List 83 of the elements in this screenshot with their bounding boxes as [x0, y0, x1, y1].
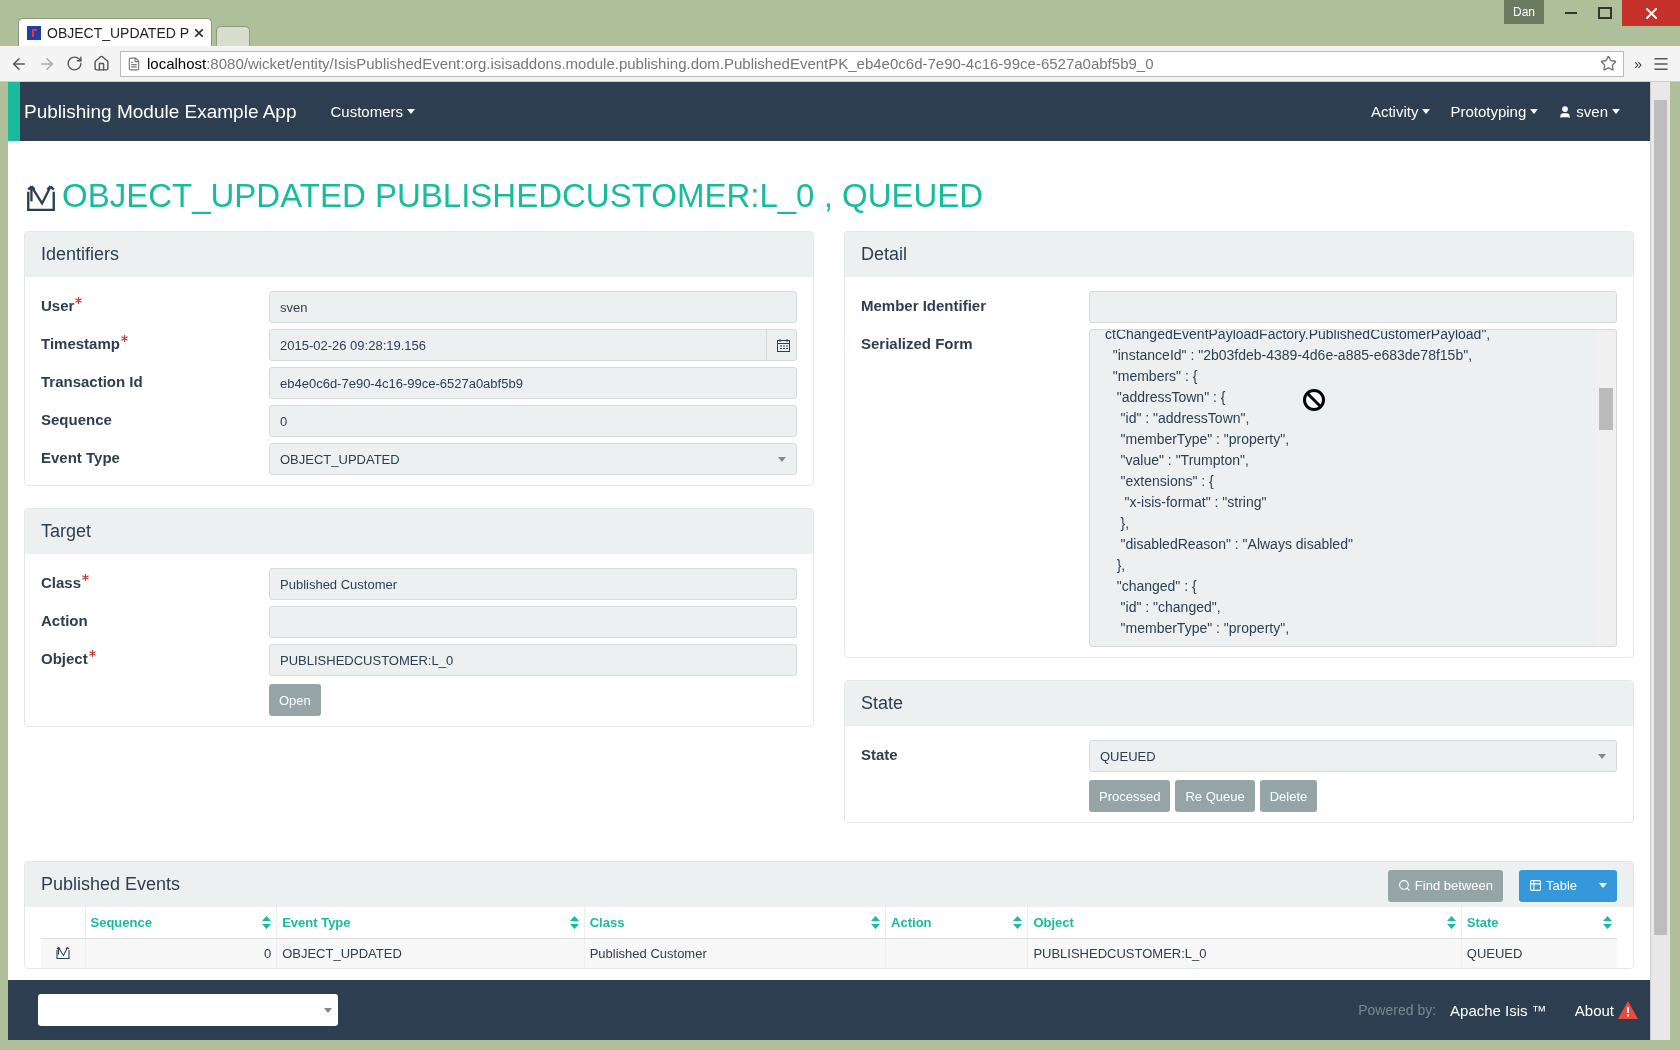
- input-field[interactable]: PUBLISHEDCUSTOMER:L_0: [269, 644, 797, 676]
- caret-icon: [1599, 883, 1607, 888]
- panel-heading: Published Events: [41, 874, 181, 895]
- panel-heading: Identifiers: [41, 244, 120, 265]
- field-label: User: [41, 291, 269, 314]
- about-link[interactable]: About: [1574, 1001, 1638, 1019]
- table-cell: PUBLISHEDCUSTOMER:L_0: [1027, 938, 1462, 968]
- caret-icon: [1422, 109, 1431, 114]
- page-icon: [127, 56, 141, 71]
- panel-heading: Detail: [861, 244, 908, 265]
- select-field[interactable]: OBJECT_UPDATED: [269, 443, 797, 475]
- field-label: Action: [41, 611, 89, 629]
- table-cell: QUEUED: [1461, 938, 1617, 968]
- page-scrollbar[interactable]: [1650, 82, 1670, 1040]
- panel-heading: State: [861, 693, 904, 714]
- sort-icon[interactable]: [1013, 916, 1023, 929]
- date-field[interactable]: 2015-02-26 09:28:19.156: [269, 329, 797, 361]
- input-field[interactable]: [1089, 291, 1617, 323]
- dropdown-caret-icon: [778, 456, 786, 462]
- sort-icon[interactable]: [1603, 916, 1612, 929]
- nav-menu[interactable]: Prototyping: [1440, 103, 1549, 120]
- table-cell: Published Customer: [584, 938, 886, 968]
- minimize-icon: [1565, 12, 1577, 14]
- field-label: Class: [41, 568, 269, 591]
- textarea-scrollbar[interactable]: [1596, 330, 1616, 646]
- caret-icon: [407, 109, 416, 114]
- input-field[interactable]: Published Customer: [269, 568, 797, 600]
- extensions-overflow[interactable]: »: [1634, 55, 1642, 72]
- input-field[interactable]: sven: [269, 291, 797, 323]
- sort-icon[interactable]: [569, 916, 579, 929]
- home-button[interactable]: [93, 55, 110, 72]
- close-icon[interactable]: [195, 28, 204, 37]
- maximize-icon: [1598, 7, 1612, 19]
- caret-icon: [1530, 109, 1539, 114]
- input-field[interactable]: [269, 606, 797, 638]
- event-icon: [54, 944, 71, 960]
- close-icon: [1645, 7, 1657, 19]
- required-icon: [120, 335, 128, 342]
- user-menu[interactable]: sven: [1548, 103, 1630, 120]
- required-icon: [82, 574, 90, 581]
- field-label: Serialized Form: [861, 334, 974, 352]
- panel-heading: Target: [41, 521, 92, 542]
- calendar-icon[interactable]: [777, 338, 790, 352]
- field-label: Timestamp: [41, 329, 269, 352]
- input-field[interactable]: eb4e0c6d-7e90-4c16-99ce-6527a0abf5b9: [269, 367, 797, 399]
- reload-button[interactable]: [66, 55, 83, 72]
- framework-link[interactable]: Apache Isis ™: [1450, 1001, 1547, 1019]
- user-badge: Dan: [1504, 0, 1544, 24]
- site-icon: [27, 25, 41, 40]
- not-allowed-cursor-icon: [1302, 388, 1326, 412]
- required-icon: [75, 297, 83, 304]
- field-label: Object: [41, 644, 269, 667]
- address-bar[interactable]: localhost:8080/wicket/entity/IsisPublishedEvent:org.isisaddons.module.publishing.dom.PublishedEventPK_eb4e0c6d-7e90-4c16-99ce-6527a0abf5b9_0: [120, 50, 1625, 77]
- sort-icon[interactable]: [262, 916, 272, 929]
- app-brand[interactable]: Publishing Module Example App: [24, 100, 297, 123]
- search-icon: [1397, 879, 1411, 892]
- required-icon: [88, 650, 96, 657]
- browser-tab[interactable]: OBJECT_UPDATED P: [18, 18, 213, 46]
- sort-icon[interactable]: [1446, 916, 1456, 929]
- nav-menu[interactable]: Customers: [320, 103, 426, 120]
- field-label: Event Type: [41, 448, 121, 466]
- browser-tab[interactable]: [216, 26, 251, 46]
- close-button[interactable]: [1622, 0, 1680, 26]
- caret-icon: [1612, 109, 1620, 114]
- bookmark-star-icon[interactable]: [1600, 55, 1618, 72]
- user-icon: [1558, 104, 1573, 119]
- table-cell: 0: [85, 938, 277, 968]
- sort-icon[interactable]: [871, 916, 881, 929]
- field-label: Member Identifier: [861, 296, 988, 314]
- url-text: localhost:8080/wicket/entity/IsisPublishedEvent:org.isisaddons.module.publishing.dom.PublishedEventPK_eb4e0c6d-7e90-4c16-99ce-6527a0abf5b9_0: [147, 55, 1155, 72]
- warning-icon: [1618, 1001, 1638, 1019]
- powered-by-text: Powered by:: [1358, 1002, 1437, 1018]
- select-field[interactable]: QUEUED: [1089, 740, 1617, 772]
- dropdown-caret-icon: [324, 1007, 332, 1013]
- nav-menu[interactable]: Activity: [1360, 103, 1441, 120]
- field-label: State: [861, 745, 899, 763]
- table-cell: OBJECT_UPDATED: [276, 938, 585, 968]
- dropdown-caret-icon: [1598, 753, 1606, 759]
- field-label: Sequence: [41, 410, 113, 428]
- table-icon: [1528, 879, 1542, 892]
- input-field[interactable]: 0: [269, 405, 797, 437]
- field-label: Transaction Id: [41, 372, 144, 390]
- page-title: OBJECT_UPDATED PUBLISHEDCUSTOMER:L_0 , QUEUED: [62, 177, 984, 215]
